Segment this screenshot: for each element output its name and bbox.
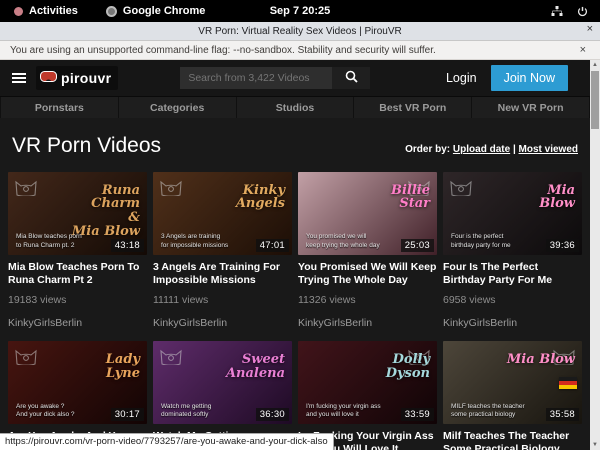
video-title-link[interactable]: Milf Teaches The Teacher Some Practical … — [443, 430, 582, 450]
thumbnail-caption: You promised we will keep trying the who… — [306, 233, 395, 251]
thumbnail-caption: Watch me getting dominated softly — [161, 403, 250, 421]
thumbnail-overlay-title: Dolly Dyson — [386, 353, 430, 380]
hamburger-menu-icon[interactable] — [12, 73, 26, 83]
video-channel-link[interactable]: KinkyGirlsBerlin — [443, 317, 582, 329]
video-card: Mia Blow MILF teaches the teacher some p… — [443, 341, 582, 450]
nav-item-pornstars[interactable]: Pornstars — [0, 97, 119, 118]
clock[interactable]: Sep 7 20:25 — [0, 5, 600, 17]
video-thumbnail[interactable]: Mia Blow MILF teaches the teacher some p… — [443, 341, 582, 424]
search-icon — [345, 70, 358, 86]
main-nav: Pornstars Categories Studios Best VR Por… — [0, 96, 590, 118]
cat-mask-watermark-icon — [14, 345, 38, 370]
video-views: 19183 views — [8, 294, 147, 306]
infobar-close-icon[interactable]: × — [580, 44, 586, 56]
video-channel-link[interactable]: KinkyGirlsBerlin — [8, 317, 147, 329]
duration-badge: 39:36 — [546, 239, 579, 252]
nav-item-new-vr-porn[interactable]: New VR Porn — [472, 97, 590, 118]
nav-item-categories[interactable]: Categories — [119, 97, 237, 118]
page-title: VR Porn Videos — [12, 134, 161, 158]
duration-badge: 30:17 — [111, 408, 144, 421]
thumbnail-caption: Four is the perfect birthday party for m… — [451, 233, 540, 251]
video-title-link[interactable]: 3 Angels Are Training For Impossible Mis… — [153, 261, 292, 287]
search-button[interactable] — [332, 67, 370, 89]
power-icon[interactable] — [577, 6, 588, 17]
order-by: Order by: Upload date | Most viewed — [405, 144, 578, 155]
order-by-label: Order by: — [405, 144, 450, 155]
chrome-infobar: You are using an unsupported command-lin… — [0, 41, 600, 60]
thumbnail-caption: Are you awake ? And your dick also ? — [16, 403, 105, 421]
video-thumbnail[interactable]: Mia Blow Four is the perfect birthday pa… — [443, 172, 582, 255]
thumbnail-caption: 3 Angels are training for impossible mis… — [161, 233, 250, 251]
infobar-message: You are using an unsupported command-lin… — [10, 45, 436, 56]
tab-close-icon[interactable]: × — [587, 23, 593, 35]
video-grid: Runa Charm & Mia Blow Mia Blow teaches p… — [0, 168, 590, 450]
duration-badge: 43:18 — [111, 239, 144, 252]
video-thumbnail[interactable]: Dolly Dyson I'm fucking your virgin ass … — [298, 341, 437, 424]
thumbnail-caption: I'm fucking your virgin ass and you will… — [306, 403, 395, 421]
status-bar-url: https://pirouvr.com/vr-porn-video/779325… — [0, 433, 334, 450]
duration-badge: 35:58 — [546, 408, 579, 421]
thumbnail-overlay-title: Mia Blow — [507, 353, 575, 367]
search-bar — [180, 67, 370, 89]
video-thumbnail[interactable]: Kinky Angels 3 Angels are training for i… — [153, 172, 292, 255]
web-page: pirouvr Login Join Now Pornstars Categor… — [0, 60, 600, 450]
site-header: pirouvr Login Join Now — [0, 60, 590, 96]
video-thumbnail[interactable]: Billie Star You promised we will keep tr… — [298, 172, 437, 255]
cat-mask-watermark-icon — [14, 176, 38, 201]
tab-title[interactable]: VR Porn: Virtual Reality Sex Videos | Pi… — [198, 26, 401, 37]
duration-badge: 36:30 — [256, 408, 289, 421]
video-card: Runa Charm & Mia Blow Mia Blow teaches p… — [8, 172, 147, 329]
video-views: 11111 views — [153, 294, 292, 306]
join-now-button[interactable]: Join Now — [491, 65, 568, 91]
video-channel-link[interactable]: KinkyGirlsBerlin — [298, 317, 437, 329]
duration-badge: 33:59 — [401, 408, 434, 421]
order-by-separator: | — [513, 144, 516, 155]
thumbnail-caption: MILF teaches the teacher some practical … — [451, 403, 540, 421]
video-title-link[interactable]: Four Is The Perfect Birthday Party For M… — [443, 261, 582, 287]
scrollbar-up-arrow-icon[interactable]: ▲ — [590, 60, 600, 70]
cat-mask-watermark-icon — [159, 345, 183, 370]
cat-mask-watermark-icon — [159, 176, 183, 201]
search-input[interactable] — [180, 67, 332, 89]
video-thumbnail[interactable]: Lady Lyne Are you awake ? And your dick … — [8, 341, 147, 424]
scrollbar-down-arrow-icon[interactable]: ▼ — [590, 440, 600, 450]
video-title-link[interactable]: You Promised We Will Keep Trying The Who… — [298, 261, 437, 287]
video-channel-link[interactable]: KinkyGirlsBerlin — [153, 317, 292, 329]
thumbnail-overlay-title: Sweet Analena — [226, 353, 285, 380]
video-title-link[interactable]: Mia Blow Teaches Porn To Runa Charm Pt 2 — [8, 261, 147, 287]
video-views: 11326 views — [298, 294, 437, 306]
video-thumbnail[interactable]: Runa Charm & Mia Blow Mia Blow teaches p… — [8, 172, 147, 255]
scrollbar-thumb[interactable] — [591, 71, 599, 129]
german-flag-icon — [559, 377, 577, 389]
thumbnail-overlay-title: Billie Star — [391, 184, 430, 211]
thumbnail-overlay-title: Lady Lyne — [106, 353, 140, 380]
order-by-most-viewed-link[interactable]: Most viewed — [519, 144, 578, 155]
video-views: 6958 views — [443, 294, 582, 306]
page-scrollbar[interactable]: ▲ ▼ — [590, 60, 600, 450]
nav-item-best-vr-porn[interactable]: Best VR Porn — [354, 97, 472, 118]
nav-item-studios[interactable]: Studios — [237, 97, 355, 118]
cat-mask-watermark-icon — [449, 176, 473, 201]
video-card: Billie Star You promised we will keep tr… — [298, 172, 437, 329]
thumbnail-overlay-title: Runa Charm & Mia Blow — [72, 184, 140, 239]
thumbnail-overlay-title: Kinky Angels — [236, 184, 285, 211]
login-link[interactable]: Login — [446, 71, 477, 85]
duration-badge: 47:01 — [256, 239, 289, 252]
desktop-top-bar: Activities Google Chrome Sep 7 20:25 — [0, 0, 600, 22]
thumbnail-caption: Mia Blow teaches porn to Runa Charm pt. … — [16, 233, 105, 251]
site-logo[interactable]: pirouvr — [36, 66, 118, 90]
video-card: Kinky Angels 3 Angels are training for i… — [153, 172, 292, 329]
duration-badge: 25:03 — [401, 239, 434, 252]
video-card: Mia Blow Four is the perfect birthday pa… — [443, 172, 582, 329]
thumbnail-overlay-title: Mia Blow — [539, 184, 575, 211]
order-by-upload-date-link[interactable]: Upload date — [453, 144, 510, 155]
browser-tab-bar: VR Porn: Virtual Reality Sex Videos | Pi… — [0, 22, 600, 41]
network-icon[interactable] — [551, 6, 563, 17]
vr-headset-icon — [40, 69, 57, 87]
brand-name: pirouvr — [61, 70, 111, 86]
video-thumbnail[interactable]: Sweet Analena Watch me getting dominated… — [153, 341, 292, 424]
